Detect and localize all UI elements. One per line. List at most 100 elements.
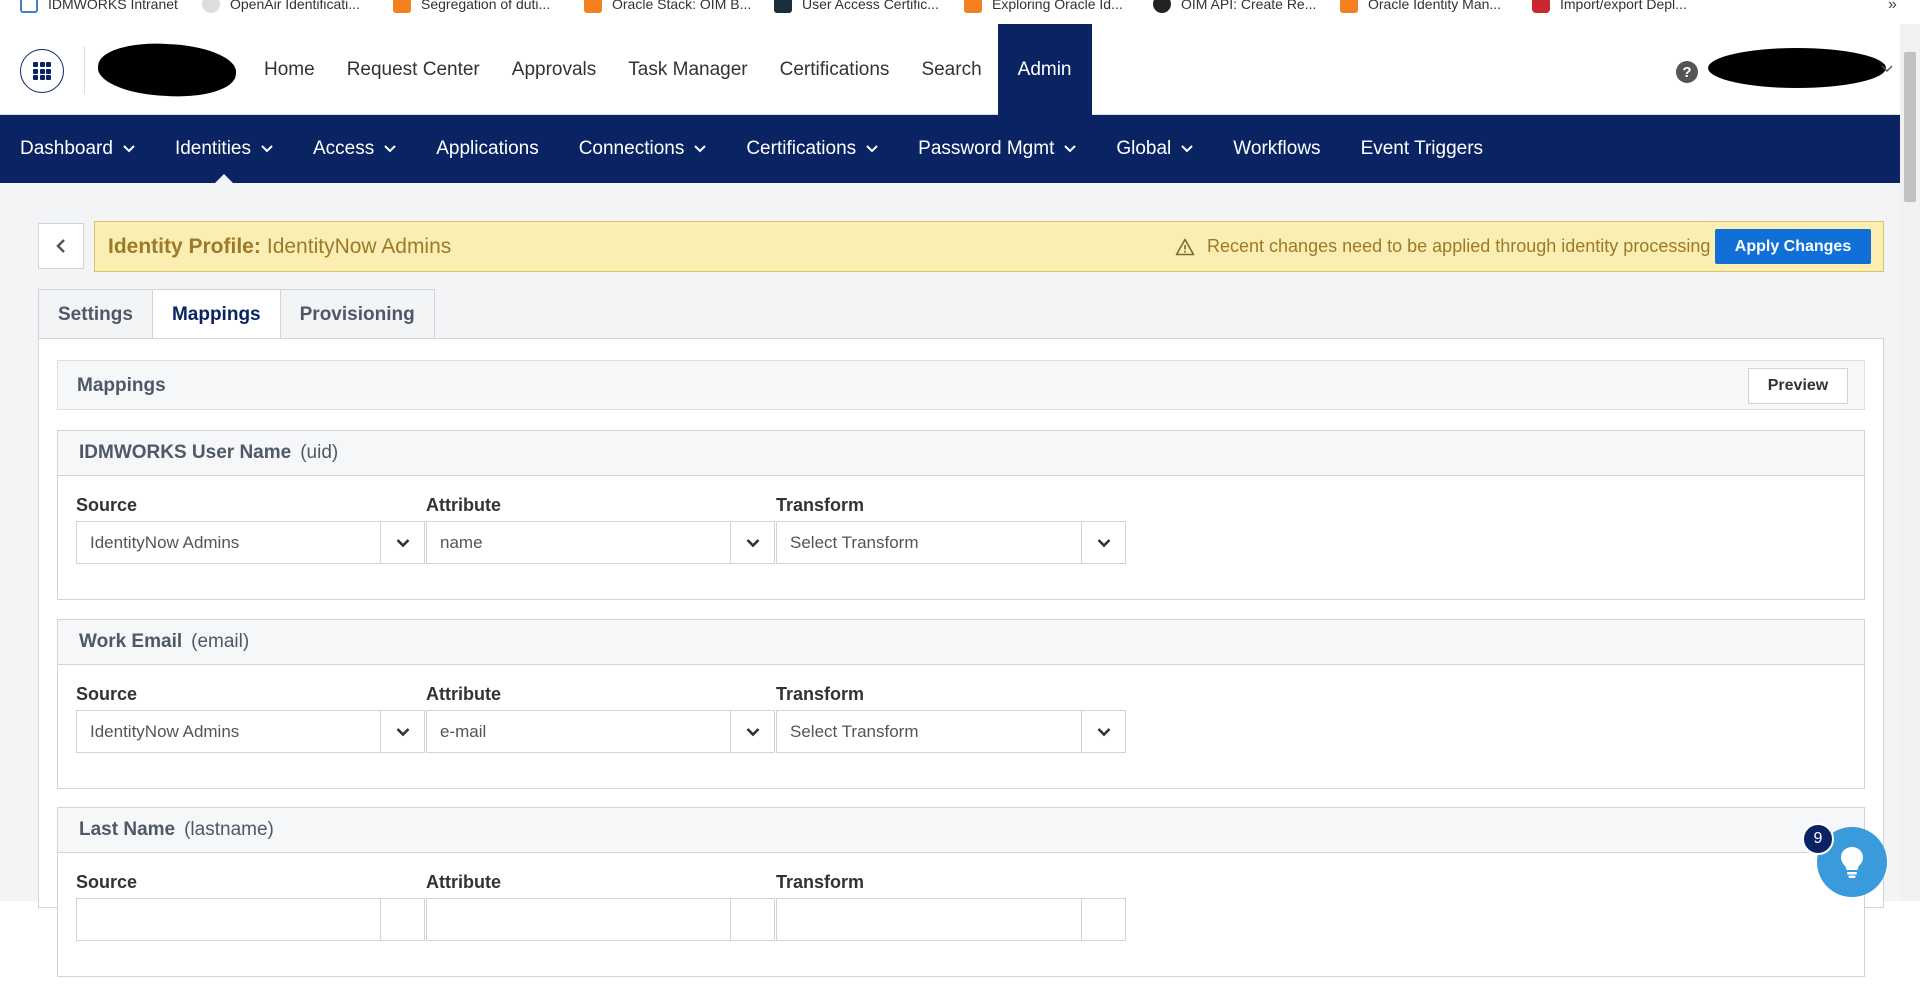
source-select[interactable]: IdentityNow Admins (76, 710, 425, 753)
mapping-key: (lastname) (184, 819, 274, 840)
help-icon[interactable]: ? (1676, 61, 1698, 83)
admin-nav-identities[interactable]: Identities (175, 115, 273, 183)
attribute-label: Attribute (426, 495, 501, 515)
admin-nav-password-mgmt[interactable]: Password Mgmt (918, 115, 1077, 183)
mappings-header: Mappings Preview (57, 360, 1865, 410)
github-icon (1153, 0, 1171, 13)
tips-count-badge: 9 (1802, 823, 1834, 855)
mappings-title: Mappings (77, 375, 166, 396)
dice-icon (1532, 0, 1550, 13)
mapping-key: (email) (191, 631, 250, 652)
chevron-down-icon (1081, 899, 1125, 940)
bookmark-item[interactable]: OIM API: Create Re... (1153, 0, 1316, 13)
nav-admin[interactable]: Admin (997, 24, 1092, 115)
tab-mappings[interactable]: Mappings (151, 289, 281, 340)
chevron-down-icon[interactable] (1880, 62, 1894, 76)
page-icon (20, 0, 38, 13)
identity-profile-banner: Identity Profile: IdentityNow Admins Rec… (94, 221, 1884, 272)
mapping-name: Work Email (79, 631, 183, 652)
bookmark-item[interactable]: Exploring Oracle Id... (964, 0, 1123, 13)
pending-changes-warning: Recent changes need to be applied throug… (1175, 236, 1710, 257)
bookmark-item[interactable]: Import/export Depl... (1532, 0, 1687, 13)
transform-label: Transform (776, 495, 865, 515)
admin-nav-workflows[interactable]: Workflows (1233, 115, 1320, 183)
mapping-name: IDMWORKS User Name (79, 442, 292, 463)
admin-nav-certifications[interactable]: Certifications (746, 115, 878, 183)
mapping-card-lastname: Last Name (lastname) Source Attribute Tr… (57, 807, 1865, 977)
mapping-fields: Source IdentityNow Admins Attribute e-ma… (58, 665, 1864, 805)
chevron-down-icon (380, 899, 424, 940)
chevron-down-icon (1081, 522, 1125, 563)
chevron-down-icon (730, 522, 774, 563)
preview-button[interactable]: Preview (1748, 368, 1848, 404)
blogger-icon (584, 0, 602, 13)
attribute-select[interactable] (426, 898, 775, 941)
bookmarks-overflow-icon[interactable]: » (1888, 0, 1897, 14)
warning-icon (1175, 238, 1195, 255)
bookmark-item[interactable]: Oracle Identity Man... (1340, 0, 1501, 13)
chevron-down-icon (1181, 145, 1193, 153)
chevron-down-icon (123, 145, 135, 153)
transform-select[interactable]: Select Transform (776, 521, 1126, 564)
transform-label: Transform (776, 684, 865, 704)
apply-changes-button[interactable]: Apply Changes (1715, 229, 1871, 264)
nav-request-center[interactable]: Request Center (331, 24, 496, 115)
bookmark-item[interactable]: OpenAir Identificati... (202, 0, 360, 13)
admin-nav-applications[interactable]: Applications (436, 115, 538, 183)
admin-nav-connections[interactable]: Connections (579, 115, 707, 183)
source-label: Source (76, 684, 138, 704)
chevron-down-icon (380, 711, 424, 752)
attribute-label: Attribute (426, 872, 501, 892)
source-select[interactable] (76, 898, 425, 941)
page-scrollbar[interactable] (1900, 24, 1920, 901)
admin-nav-global[interactable]: Global (1116, 115, 1193, 183)
tab-settings[interactable]: Settings (38, 289, 153, 339)
mapping-card-uid: IDMWORKS User Name (uid) Source Identity… (57, 430, 1865, 600)
bookmark-item[interactable]: User Access Certific... (774, 0, 939, 13)
nav-home[interactable]: Home (248, 24, 331, 115)
scrollbar-thumb[interactable] (1904, 52, 1916, 202)
back-button[interactable] (38, 223, 84, 269)
nav-certifications[interactable]: Certifications (764, 24, 906, 115)
admin-nav-event-triggers[interactable]: Event Triggers (1361, 115, 1484, 183)
nav-task-manager[interactable]: Task Manager (612, 24, 763, 115)
source-select[interactable]: IdentityNow Admins (76, 521, 425, 564)
site-icon (774, 0, 792, 13)
blogger-icon (964, 0, 982, 13)
mapping-header: Last Name (lastname) (58, 808, 1864, 853)
chevron-down-icon (384, 145, 396, 153)
chevron-down-icon (730, 711, 774, 752)
profile-label: Identity Profile: (108, 234, 261, 258)
top-navigation: Home Request Center Approvals Task Manag… (0, 24, 1900, 115)
main-content: Identity Profile: IdentityNow Admins Rec… (0, 183, 1900, 977)
chevron-left-icon (56, 239, 65, 253)
blogger-icon (1340, 0, 1358, 13)
attribute-select[interactable]: e-mail (426, 710, 775, 753)
chevron-down-icon (1081, 711, 1125, 752)
mapping-card-email: Work Email (email) Source IdentityNow Ad… (57, 619, 1865, 789)
admin-navigation: Dashboard Identities Access Applications… (0, 115, 1900, 183)
main-nav: Home Request Center Approvals Task Manag… (248, 24, 1092, 115)
nav-search[interactable]: Search (905, 24, 997, 115)
redacted-user-menu[interactable] (1708, 48, 1886, 88)
bookmarks-bar: IDMWORKS Intranet OpenAir Identificati..… (0, 0, 1920, 24)
divider (84, 46, 85, 94)
chevron-down-icon (866, 145, 878, 153)
mapping-name: Last Name (79, 819, 176, 840)
bookmark-item[interactable]: Oracle Stack: OIM B... (584, 0, 751, 13)
bookmark-item[interactable]: Segregation of duti... (393, 0, 550, 13)
transform-select[interactable] (776, 898, 1126, 941)
chevron-down-icon (261, 145, 273, 153)
admin-nav-access[interactable]: Access (313, 115, 396, 183)
source-label: Source (76, 872, 138, 892)
chevron-down-icon (694, 145, 707, 153)
app-launcher-button[interactable] (20, 49, 64, 93)
blogger-icon (393, 0, 411, 13)
tab-provisioning[interactable]: Provisioning (279, 289, 435, 339)
admin-nav-dashboard[interactable]: Dashboard (20, 115, 135, 183)
transform-select[interactable]: Select Transform (776, 710, 1126, 753)
cloud-icon (202, 0, 220, 13)
nav-approvals[interactable]: Approvals (496, 24, 613, 115)
bookmark-item[interactable]: IDMWORKS Intranet (20, 0, 178, 13)
attribute-select[interactable]: name (426, 521, 775, 564)
